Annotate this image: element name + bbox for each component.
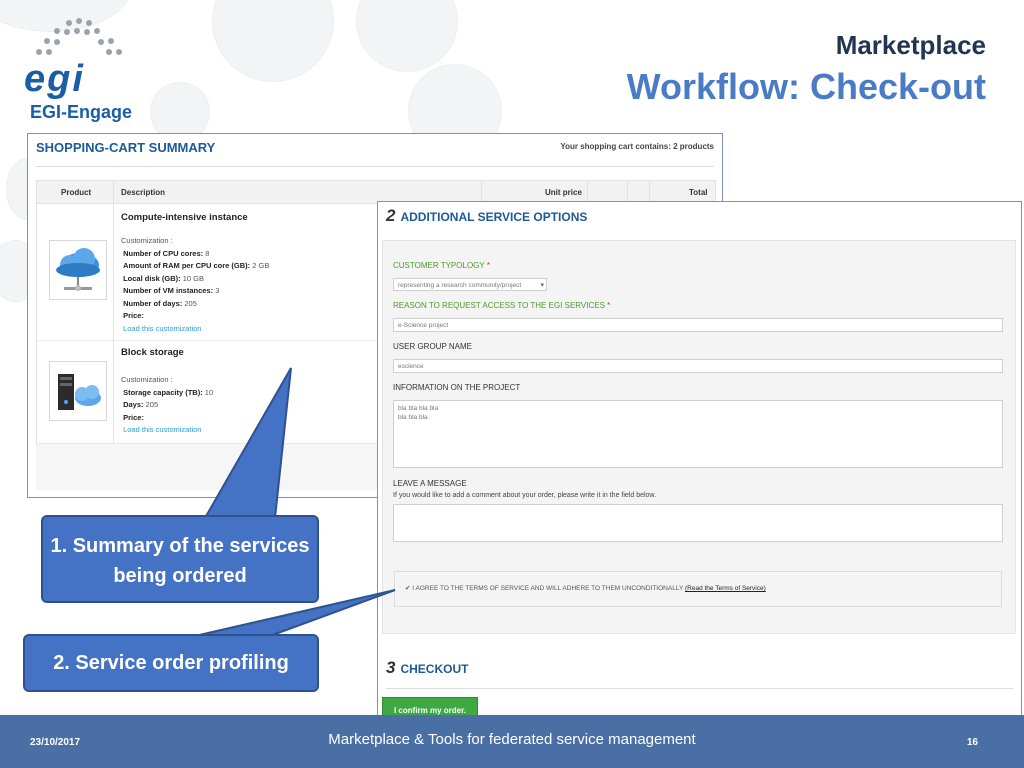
footer-title: Marketplace & Tools for federated servic… xyxy=(328,731,696,748)
callout-summary: 1. Summary of the services being ordered xyxy=(41,515,319,603)
callout-profiling: 2. Service order profiling xyxy=(23,634,319,692)
page-number: 16 xyxy=(966,737,978,748)
slide-footer: 23/10/2017 Marketplace & Tools for feder… xyxy=(0,715,1024,768)
callout-pointer-summary xyxy=(203,367,292,519)
